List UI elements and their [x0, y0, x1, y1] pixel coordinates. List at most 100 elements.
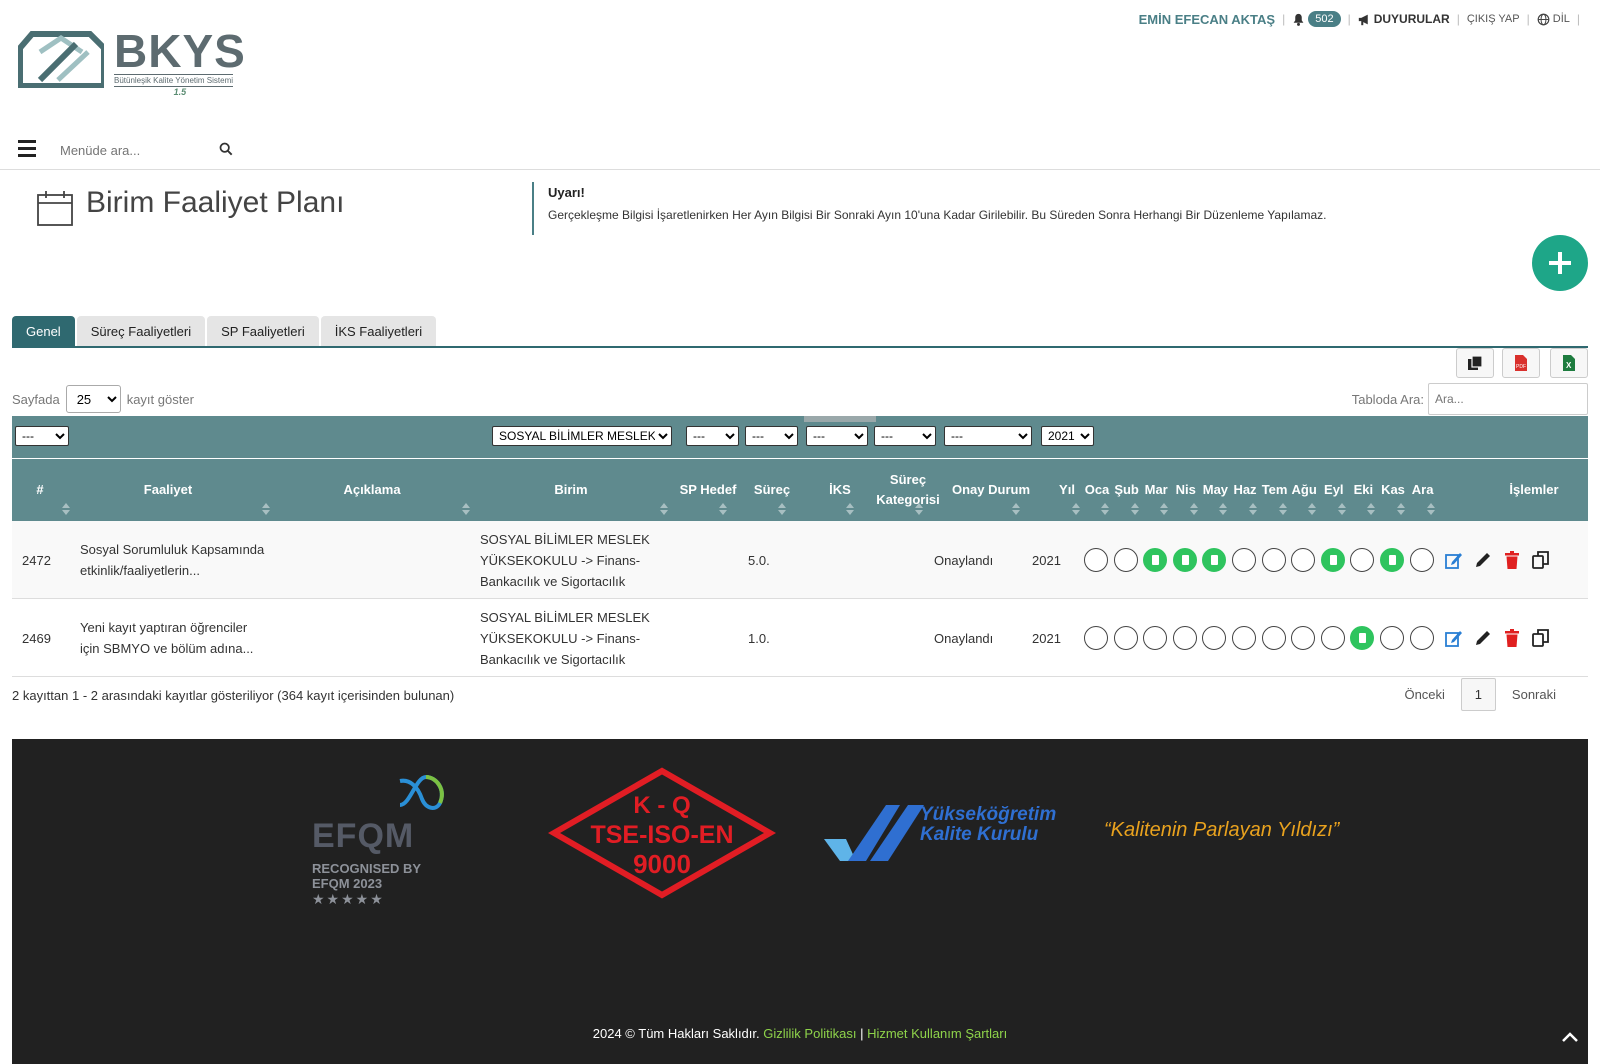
copy-export-button[interactable] [1456, 348, 1494, 378]
month-empty-circle[interactable] [1113, 548, 1138, 572]
sort-icon[interactable] [1278, 503, 1287, 515]
yokak-logo[interactable]: Yükseköğretim Kalite Kurulu [824, 801, 1064, 869]
month-completed-icon[interactable] [1172, 548, 1197, 572]
sort-icon[interactable] [1160, 503, 1169, 515]
month-empty-circle[interactable] [1291, 626, 1316, 650]
cell-faaliyet[interactable]: Sosyal Sorumluluk Kapsamında etkinlik/faa… [80, 539, 264, 581]
month-empty-circle[interactable] [1232, 626, 1256, 650]
tab-genel[interactable]: Genel [12, 316, 75, 346]
sort-icon[interactable] [62, 503, 70, 515]
prev-page-button[interactable]: Önceki [1404, 687, 1444, 702]
add-activity-button[interactable] [1532, 235, 1588, 291]
logo[interactable]: BKYS Bütünleşik Kalite Yönetim Sistemi 1… [18, 28, 246, 97]
month-empty-circle[interactable] [1320, 626, 1345, 650]
table-row[interactable]: 2469 Yeni kayıt yaptıran öğrenciler için S… [12, 599, 1588, 677]
filter-yil-select[interactable]: 2021 [1041, 426, 1094, 446]
column-header-sp-hedef[interactable]: SP Hedef [676, 459, 740, 521]
column-header-birim[interactable]: Birim [476, 459, 666, 521]
month-empty-circle[interactable] [1202, 626, 1227, 650]
pencil-icon[interactable] [1473, 628, 1493, 648]
next-page-button[interactable]: Sonraki [1512, 687, 1556, 702]
tse-iso-logo[interactable]: K - Q TSE-ISO-EN 9000 [548, 767, 776, 899]
excel-export-button[interactable]: X [1550, 348, 1588, 378]
sort-icon[interactable] [462, 503, 470, 515]
filter-surec-kategorisi-select[interactable]: --- [874, 426, 936, 446]
tab-iks-faaliyetleri[interactable]: İKS Faaliyetleri [320, 316, 437, 346]
menu-search-input[interactable] [60, 140, 220, 160]
user-name-link[interactable]: EMİN EFECAN AKTAŞ [1139, 12, 1276, 27]
duplicate-icon[interactable] [1531, 628, 1551, 648]
filter-id-select[interactable]: --- [15, 426, 69, 446]
month-empty-circle[interactable] [1143, 626, 1168, 650]
sort-icon[interactable] [1012, 503, 1020, 515]
tab-surec-faaliyetleri[interactable]: Süreç Faaliyetleri [76, 316, 206, 346]
month-empty-circle[interactable] [1084, 548, 1108, 572]
pdf-export-button[interactable]: PDF [1502, 348, 1540, 378]
column-header-faaliyet[interactable]: Faaliyet [68, 459, 268, 521]
sort-icon[interactable] [846, 503, 854, 515]
trash-icon[interactable] [1502, 550, 1522, 570]
sort-icon[interactable] [1249, 503, 1257, 515]
pencil-icon[interactable] [1473, 550, 1493, 570]
filter-birim-select[interactable]: SOSYAL BİLİMLER MESLEK YÜKSEKOKULU [492, 426, 672, 446]
month-empty-circle[interactable] [1409, 626, 1434, 650]
month-empty-circle[interactable] [1084, 626, 1108, 650]
sort-icon[interactable] [1367, 503, 1376, 515]
efqm-logo[interactable]: EFQM RECOGNISED BY EFQM 2023 ★★★★★ [312, 769, 452, 907]
month-completed-icon[interactable] [1350, 626, 1375, 650]
month-empty-circle[interactable] [1232, 548, 1256, 572]
language-menu[interactable]: DİL [1537, 13, 1570, 26]
edit-icon[interactable] [1444, 628, 1464, 648]
hamburger-menu-icon[interactable] [18, 140, 36, 157]
terms-of-use-link[interactable]: Hizmet Kullanım Şartları [867, 1026, 1007, 1041]
column-header-id[interactable]: # [12, 459, 68, 521]
column-header-onay-durum[interactable]: Onay Durum [946, 459, 1036, 521]
current-page-button[interactable]: 1 [1460, 678, 1496, 711]
sort-icon[interactable] [719, 503, 727, 515]
column-header-surec-kategorisi[interactable]: Süreç Kategorisi [874, 459, 942, 521]
cell-faaliyet[interactable]: Yeni kayıt yaptıran öğrenciler için SBMYO… [80, 617, 253, 659]
table-row[interactable]: 2472 Sosyal Sorumluluk Kapsamında etkinlik… [12, 521, 1588, 599]
sort-icon[interactable] [660, 503, 668, 515]
month-completed-icon[interactable] [1143, 548, 1168, 572]
sort-icon[interactable] [1337, 503, 1346, 515]
month-empty-circle[interactable] [1261, 626, 1286, 650]
month-completed-icon[interactable] [1320, 548, 1345, 572]
month-empty-circle[interactable] [1350, 548, 1375, 572]
column-header-aciklama[interactable]: Açıklama [272, 459, 472, 521]
sort-icon[interactable] [1397, 503, 1405, 515]
sort-icon[interactable] [262, 503, 270, 515]
month-empty-circle[interactable] [1261, 548, 1286, 572]
sort-icon[interactable] [1072, 503, 1080, 515]
sort-icon[interactable] [1426, 503, 1435, 515]
trash-icon[interactable] [1502, 628, 1522, 648]
announcements-link[interactable]: DUYURULAR [1358, 12, 1450, 26]
notifications-button[interactable]: 502 [1292, 11, 1341, 27]
sort-icon[interactable] [1219, 503, 1228, 515]
filter-surec-select[interactable]: --- [745, 426, 798, 446]
duplicate-icon[interactable] [1531, 550, 1551, 570]
month-empty-circle[interactable] [1409, 548, 1434, 572]
sort-icon[interactable] [1101, 503, 1109, 515]
column-header-surec[interactable]: Süreç [742, 459, 802, 521]
month-empty-circle[interactable] [1172, 626, 1197, 650]
sort-icon[interactable] [1130, 503, 1139, 515]
month-completed-icon[interactable] [1380, 548, 1404, 572]
filter-sp-hedef-select[interactable]: --- [686, 426, 739, 446]
privacy-policy-link[interactable]: Gizlilik Politikası [763, 1026, 856, 1041]
month-empty-circle[interactable] [1380, 626, 1404, 650]
month-empty-circle[interactable] [1113, 626, 1138, 650]
chevron-up-icon[interactable] [1561, 1031, 1579, 1043]
sort-icon[interactable] [778, 503, 786, 515]
column-header-iks[interactable]: İKS [810, 459, 870, 521]
edit-icon[interactable] [1444, 550, 1464, 570]
logout-link[interactable]: ÇIKIŞ YAP [1467, 13, 1520, 25]
tab-sp-faaliyetleri[interactable]: SP Faaliyetleri [207, 316, 319, 346]
page-length-select[interactable]: 25 [65, 385, 121, 413]
search-icon[interactable] [219, 142, 233, 156]
table-search-input[interactable] [1428, 383, 1588, 415]
filter-iks-select[interactable]: --- [806, 426, 868, 446]
sort-icon[interactable] [1189, 503, 1198, 515]
month-completed-icon[interactable] [1202, 548, 1227, 572]
sort-icon[interactable] [915, 503, 923, 515]
